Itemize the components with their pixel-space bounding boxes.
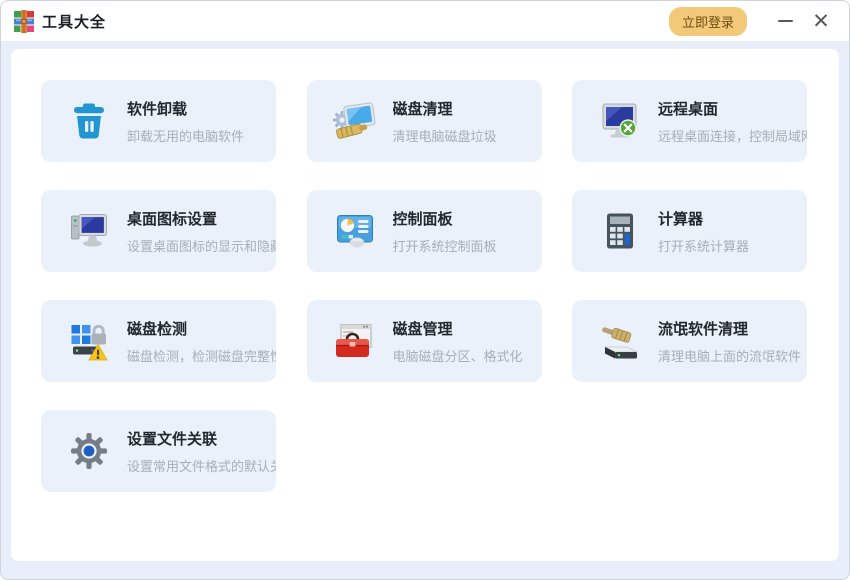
tool-card-7[interactable]: 磁盘检测 磁盘检测，检测磁盘完整性 bbox=[41, 300, 276, 382]
minimize-icon bbox=[778, 20, 793, 22]
tool-card-4[interactable]: 桌面图标设置 设置桌面图标的显示和隐藏 bbox=[41, 190, 276, 272]
remote-desktop-icon bbox=[597, 98, 643, 144]
tool-subtitle: 设置常用文件格式的默认关联 bbox=[127, 456, 268, 475]
trash-icon bbox=[66, 98, 112, 144]
tool-card-6[interactable]: 计算器 打开系统计算器 bbox=[572, 190, 807, 272]
app-logo-icon bbox=[13, 10, 35, 33]
disk-check-icon bbox=[66, 318, 112, 364]
tool-card-9[interactable]: 流氓软件清理 清理电脑上面的流氓软件 bbox=[572, 300, 807, 382]
app-window: 工具大全 立即登录 ✕ 软件卸载 卸载无用的电脑软件 bbox=[0, 0, 850, 580]
tool-title: 磁盘检测 bbox=[127, 318, 268, 339]
control-panel-icon bbox=[332, 208, 378, 254]
tool-title: 流氓软件清理 bbox=[658, 318, 799, 339]
tool-subtitle: 打开系统计算器 bbox=[658, 236, 749, 255]
tool-subtitle: 卸载无用的电脑软件 bbox=[127, 126, 244, 145]
tool-card-2[interactable]: 磁盘清理 清理电脑磁盘垃圾 bbox=[307, 80, 542, 162]
tool-subtitle: 设置桌面图标的显示和隐藏 bbox=[127, 236, 268, 255]
calculator-icon bbox=[597, 208, 643, 254]
tool-card-3[interactable]: 远程桌面 远程桌面连接，控制局域网... bbox=[572, 80, 807, 162]
tool-card-10[interactable]: 设置文件关联 设置常用文件格式的默认关联 bbox=[41, 410, 276, 492]
disk-management-icon bbox=[332, 318, 378, 364]
login-button[interactable]: 立即登录 bbox=[669, 7, 747, 36]
tool-card-5[interactable]: 控制面板 打开系统控制面板 bbox=[307, 190, 542, 272]
close-button[interactable]: ✕ bbox=[807, 7, 835, 35]
desktop-icon-settings-icon bbox=[66, 208, 112, 254]
file-association-icon bbox=[66, 428, 112, 474]
tool-card-1[interactable]: 软件卸载 卸载无用的电脑软件 bbox=[41, 80, 276, 162]
title-bar: 工具大全 立即登录 ✕ bbox=[1, 1, 849, 41]
tool-title: 计算器 bbox=[658, 208, 749, 229]
tool-subtitle: 打开系统控制面板 bbox=[393, 236, 497, 255]
tool-title: 控制面板 bbox=[393, 208, 497, 229]
rogue-software-cleanup-icon bbox=[597, 318, 643, 364]
tool-subtitle: 远程桌面连接，控制局域网... bbox=[658, 126, 799, 145]
tool-card-8[interactable]: 磁盘管理 电脑磁盘分区、格式化 bbox=[307, 300, 542, 382]
tool-subtitle: 清理电脑上面的流氓软件 bbox=[658, 346, 799, 365]
tool-title: 远程桌面 bbox=[658, 98, 799, 119]
tool-title: 磁盘管理 bbox=[393, 318, 523, 339]
close-icon: ✕ bbox=[812, 11, 830, 32]
tool-title: 桌面图标设置 bbox=[127, 208, 268, 229]
main-panel: 软件卸载 卸载无用的电脑软件 磁盘清理 清理电脑磁盘垃圾 bbox=[11, 49, 839, 561]
tool-subtitle: 电脑磁盘分区、格式化 bbox=[393, 346, 523, 365]
tools-grid: 软件卸载 卸载无用的电脑软件 磁盘清理 清理电脑磁盘垃圾 bbox=[41, 80, 807, 492]
minimize-button[interactable] bbox=[771, 7, 799, 35]
disk-cleanup-icon bbox=[332, 98, 378, 144]
app-title: 工具大全 bbox=[42, 11, 106, 32]
tool-subtitle: 清理电脑磁盘垃圾 bbox=[393, 126, 497, 145]
tool-title: 软件卸载 bbox=[127, 98, 244, 119]
tool-title: 磁盘清理 bbox=[393, 98, 497, 119]
tool-subtitle: 磁盘检测，检测磁盘完整性 bbox=[127, 346, 268, 365]
tool-title: 设置文件关联 bbox=[127, 428, 268, 449]
